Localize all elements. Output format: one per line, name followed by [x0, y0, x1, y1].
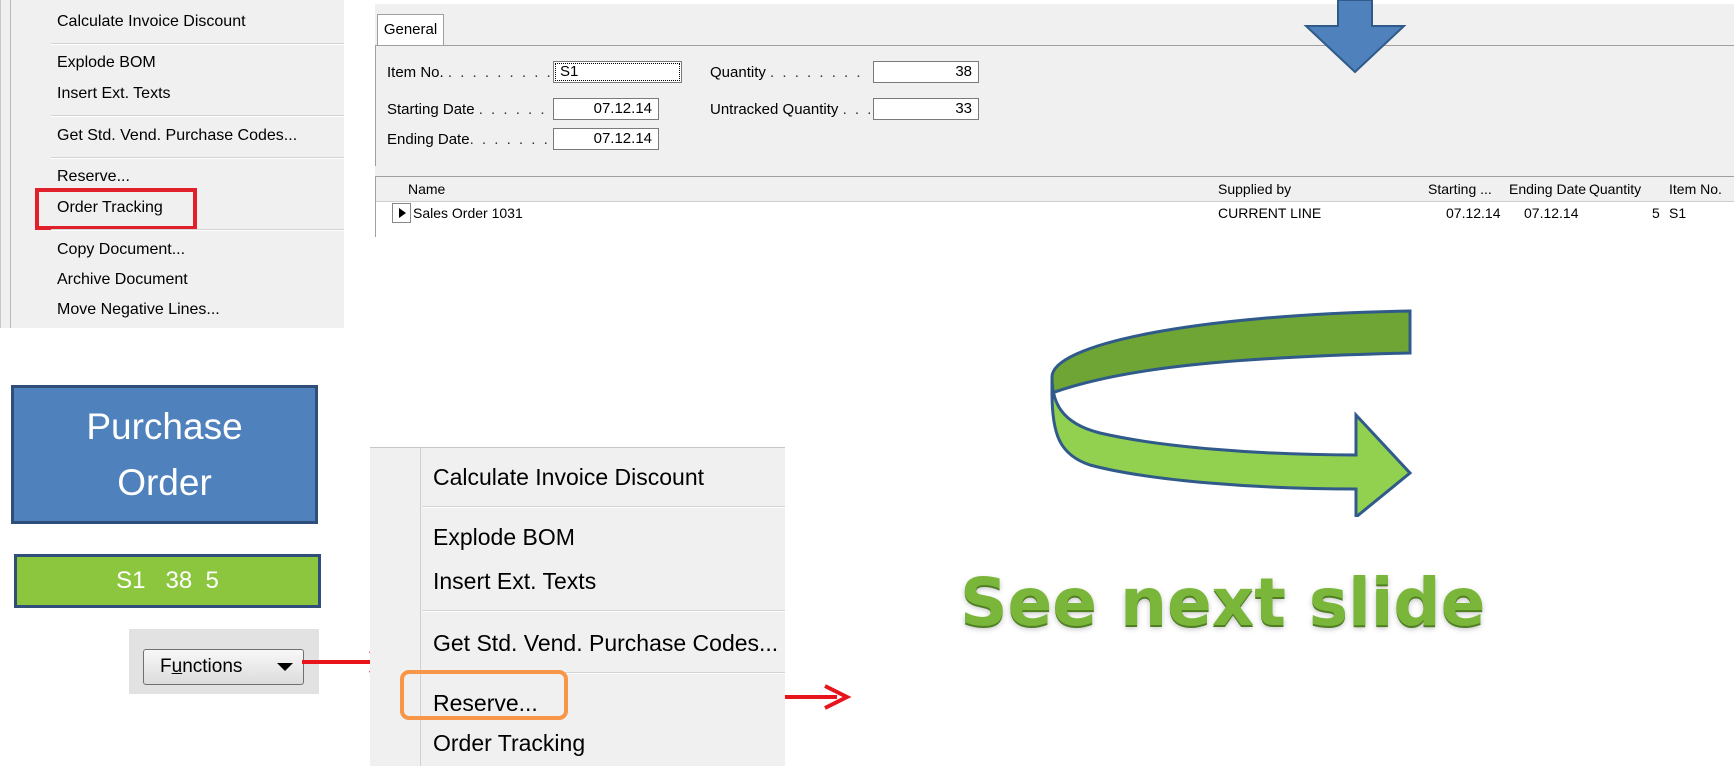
menu-item-move-negative-lines[interactable]: Move Negative Lines...: [57, 300, 220, 320]
menu-item-get-std-vend-purchase-codes[interactable]: Get Std. Vend. Purchase Codes...: [57, 126, 297, 146]
see-next-slide-heading: See next slide: [960, 564, 1486, 641]
tab-general[interactable]: General: [377, 14, 444, 46]
untracked-quantity-label: Untracked Quantity . . .: [710, 101, 874, 118]
table-header: Name Supplied by Starting ... Ending Dat…: [376, 177, 1734, 202]
menu-item-get-std-vend-purchase-codes[interactable]: Get Std. Vend. Purchase Codes...: [433, 628, 778, 658]
functions-label-pre: F: [160, 656, 172, 677]
general-panel: Item No. . . . . . . . . . S1 Quantity .…: [375, 46, 1734, 166]
functions-label-post: nctions: [182, 656, 243, 677]
menu-item-calculate-invoice-discount[interactable]: Calculate Invoice Discount: [57, 12, 246, 32]
row-selector-icon[interactable]: [392, 203, 411, 223]
menu-item-order-tracking[interactable]: Order Tracking: [433, 728, 585, 758]
column-header-item-no[interactable]: Item No.: [1669, 177, 1722, 201]
tracking-lines-table: Name Supplied by Starting ... Ending Dat…: [375, 176, 1734, 237]
menu-separator: [51, 229, 344, 230]
ending-date-label: Ending Date. . . . . . .: [387, 131, 550, 148]
cell-name: Sales Order 1031: [413, 205, 523, 221]
quantity-label: Quantity . . . . . . . .: [710, 64, 863, 81]
column-header-starting-date[interactable]: Starting ...: [1428, 177, 1492, 201]
menu-item-reserve[interactable]: Reserve...: [57, 167, 130, 187]
menu-item-copy-document[interactable]: Copy Document...: [57, 240, 185, 260]
column-header-supplied-by[interactable]: Supplied by: [1218, 177, 1291, 201]
highlight-box-reserve: [400, 670, 568, 720]
column-header-quantity[interactable]: Quantity: [1589, 177, 1641, 201]
menu-item-calculate-invoice-discount[interactable]: Calculate Invoice Discount: [433, 462, 704, 492]
quantity-field[interactable]: 38: [873, 61, 979, 83]
menu-item-explode-bom[interactable]: Explode BOM: [57, 53, 156, 73]
purchase-line-box: S1 38 5: [14, 554, 321, 608]
down-arrow-icon: [1303, 0, 1407, 74]
menu-item-explode-bom[interactable]: Explode BOM: [433, 522, 575, 552]
cell-supplied-by: CURRENT LINE: [1218, 205, 1322, 221]
purchase-order-title-line2: Order: [117, 461, 212, 503]
purchase-order-box: Purchase Order: [11, 385, 318, 524]
menu-item-archive-document[interactable]: Archive Document: [57, 270, 188, 290]
untracked-quantity-field[interactable]: 33: [873, 98, 979, 120]
menu-item-insert-ext-texts[interactable]: Insert Ext. Texts: [433, 566, 596, 596]
starting-date-field[interactable]: 07.12.14: [553, 98, 659, 120]
functions-label-underlined: u: [171, 656, 183, 677]
menu-separator: [51, 157, 344, 158]
context-menu-large: Calculate Invoice Discount Explode BOM I…: [370, 447, 785, 766]
starting-date-label: Starting Date . . . . . .: [387, 101, 547, 118]
item-no-label: Item No. . . . . . . . . .: [387, 64, 553, 81]
item-no-field[interactable]: S1: [553, 61, 682, 83]
menu-separator: [422, 610, 785, 611]
menu-separator: [51, 43, 344, 44]
menu-gutter: [10, 0, 11, 328]
curved-arrow-icon: [1050, 309, 1413, 517]
menu-item-insert-ext-texts[interactable]: Insert Ext. Texts: [57, 84, 171, 104]
column-header-ending-date[interactable]: Ending Date: [1509, 177, 1586, 201]
column-header-name[interactable]: Name: [408, 177, 445, 201]
purchase-order-title-line1: Purchase: [86, 405, 243, 447]
context-menu-small: Calculate Invoice Discount Explode BOM I…: [0, 0, 344, 328]
cell-quantity: 5: [1652, 205, 1660, 221]
chevron-down-icon: [277, 663, 293, 671]
cell-starting-date: 07.12.14: [1446, 205, 1501, 221]
cell-item-no: S1: [1669, 205, 1687, 221]
ending-date-field[interactable]: 07.12.14: [553, 128, 659, 150]
menu-separator: [422, 506, 785, 507]
functions-button[interactable]: Functions: [143, 649, 304, 685]
highlight-box-order-tracking: [35, 188, 197, 230]
table-row[interactable]: Sales Order 1031 CURRENT LINE 07.12.14 0…: [376, 201, 1734, 225]
order-tracking-window: General Item No. . . . . . . . . . S1 Qu…: [375, 4, 1734, 237]
cell-ending-date: 07.12.14: [1524, 205, 1579, 221]
menu-separator: [51, 115, 344, 116]
